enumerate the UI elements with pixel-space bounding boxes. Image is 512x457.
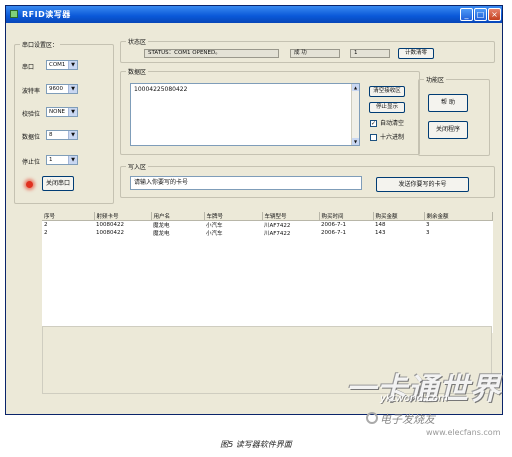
table-cell: 小汽车 xyxy=(206,231,223,237)
close-port-button[interactable]: 关闭串口 xyxy=(42,176,74,191)
table-cell: 2 xyxy=(44,230,48,236)
elecfans-watermark: 电子发烧友 xyxy=(380,413,435,426)
send-card-number-button[interactable]: 发送你要写的卡号 xyxy=(376,177,469,192)
databits-label: 数据位 xyxy=(22,134,41,141)
col-header[interactable]: 车辆型号 xyxy=(262,212,320,221)
parity-label: 校验位 xyxy=(22,111,41,118)
chevron-down-icon: ▼ xyxy=(68,85,77,93)
parity-select[interactable]: NONE ▼ xyxy=(46,107,78,117)
hex-checkbox[interactable]: 十六进制 xyxy=(370,132,404,141)
baud-value: 9600 xyxy=(49,86,63,92)
close-program-button[interactable]: 关闭程序 xyxy=(428,121,468,139)
records-table: 序号 射频卡号 用户名 车牌号 车辆型号 购买时间 购买金额 剩余金额 2 10… xyxy=(42,212,493,333)
status-count: 1 xyxy=(350,49,390,58)
write-group-label: 写入区 xyxy=(126,162,149,171)
data-group-label: 数据区 xyxy=(126,67,149,76)
site-watermark: yktworld.com xyxy=(380,393,448,404)
baud-label: 波特率 xyxy=(22,88,41,95)
status-group-label: 状态区 xyxy=(126,37,149,46)
elecfans-logo-icon xyxy=(366,412,378,424)
col-header[interactable]: 射频卡号 xyxy=(94,212,152,221)
col-header[interactable]: 用户名 xyxy=(151,212,205,221)
chevron-down-icon: ▼ xyxy=(68,108,77,116)
stop-display-button[interactable]: 停止显示 xyxy=(369,102,405,113)
table-cell: 2006-7-1 xyxy=(321,222,346,228)
status-result: 成 功 xyxy=(290,49,340,58)
help-button[interactable]: 帮 助 xyxy=(428,94,468,112)
table-cell: 143 xyxy=(375,230,386,236)
stopbits-label: 停止位 xyxy=(22,159,41,166)
reset-count-button[interactable]: 计数清零 xyxy=(398,48,434,59)
received-data: 10004225080422 xyxy=(134,86,188,93)
table-cell: 10080422 xyxy=(96,222,124,228)
app-icon xyxy=(10,10,18,18)
stopbits-value: 1 xyxy=(49,157,53,163)
table-cell: 2006-7-1 xyxy=(321,230,346,236)
col-header[interactable]: 购买时间 xyxy=(319,212,374,221)
scroll-down-icon[interactable]: ▼ xyxy=(352,138,359,145)
chevron-down-icon: ▼ xyxy=(68,131,77,139)
col-header[interactable]: 车牌号 xyxy=(204,212,263,221)
col-header[interactable]: 购买金额 xyxy=(373,212,425,221)
table-cell: 川AF7422 xyxy=(264,223,291,229)
table-cell: 3 xyxy=(426,230,430,236)
table-cell: 10080422 xyxy=(96,230,124,236)
stopbits-select[interactable]: 1 ▼ xyxy=(46,155,78,165)
port-value: COM1 xyxy=(49,62,66,68)
minimize-button[interactable]: _ xyxy=(460,8,473,21)
figure-caption: 图5 读写器软件界面 xyxy=(220,440,292,449)
window-title: RFID读写器 xyxy=(22,10,71,19)
status-text: STATUS：COM1 OPENED。 xyxy=(144,49,279,58)
table-cell: 小汽车 xyxy=(206,223,223,229)
chevron-down-icon: ▼ xyxy=(68,156,77,164)
table-cell: 魔龙电 xyxy=(153,223,170,229)
chevron-down-icon: ▼ xyxy=(68,61,77,69)
col-header[interactable]: 序号 xyxy=(42,212,95,221)
maximize-button[interactable]: □ xyxy=(474,8,487,21)
serial-group-label: 串口设置区： xyxy=(20,40,61,49)
function-group-label: 功能区 xyxy=(424,75,447,84)
elecfans-url-watermark: www.elecfans.com xyxy=(426,428,501,437)
port-select[interactable]: COM1 ▼ xyxy=(46,60,78,70)
table-filler xyxy=(42,237,492,333)
port-label: 串口 xyxy=(22,64,35,71)
title-bar: RFID读写器 _ □ × xyxy=(6,6,502,23)
table-row[interactable]: 2 10080422 魔龙电 小汽车 川AF7422 2006-7-1 148 … xyxy=(42,221,492,229)
checkmark-icon: ✓ xyxy=(370,120,377,127)
auto-clear-label: 自动清空 xyxy=(380,120,405,127)
checkbox-icon xyxy=(370,134,377,141)
baud-select[interactable]: 9600 ▼ xyxy=(46,84,78,94)
scroll-up-icon[interactable]: ▲ xyxy=(352,84,359,91)
app-window: RFID读写器 _ □ × 串口设置区： 串口 COM1 ▼ 波特率 9600 ▼ … xyxy=(5,5,503,415)
data-scrollbar[interactable]: ▲ ▼ xyxy=(351,84,359,145)
table-header-row: 序号 射频卡号 用户名 车牌号 车辆型号 购买时间 购买金额 剩余金额 xyxy=(42,212,493,221)
databits-value: 8 xyxy=(49,132,53,138)
table-cell: 2 xyxy=(44,222,48,228)
table-row[interactable]: 2 10080422 魔龙电 小汽车 川AF7422 2006-7-1 143 … xyxy=(42,229,492,237)
table-cell: 148 xyxy=(375,222,386,228)
table-cell: 魔龙电 xyxy=(153,231,170,237)
auto-clear-checkbox[interactable]: ✓ 自动清空 xyxy=(370,118,404,127)
databits-select[interactable]: 8 ▼ xyxy=(46,130,78,140)
table-cell: 3 xyxy=(426,222,430,228)
hex-label: 十六进制 xyxy=(380,134,405,141)
data-receive-area[interactable]: 10004225080422 ▲ ▼ xyxy=(130,83,360,146)
col-header[interactable]: 剩余金额 xyxy=(424,212,493,221)
table-cell: 川AF7422 xyxy=(264,231,291,237)
clear-receive-button[interactable]: 清空接收区 xyxy=(369,86,405,97)
parity-value: NONE xyxy=(49,109,66,115)
card-number-input[interactable]: 请输入你要写的卡号 xyxy=(130,176,362,190)
function-group: 功能区 xyxy=(418,75,490,156)
close-window-button[interactable]: × xyxy=(488,8,501,21)
port-status-led-icon xyxy=(26,181,33,188)
